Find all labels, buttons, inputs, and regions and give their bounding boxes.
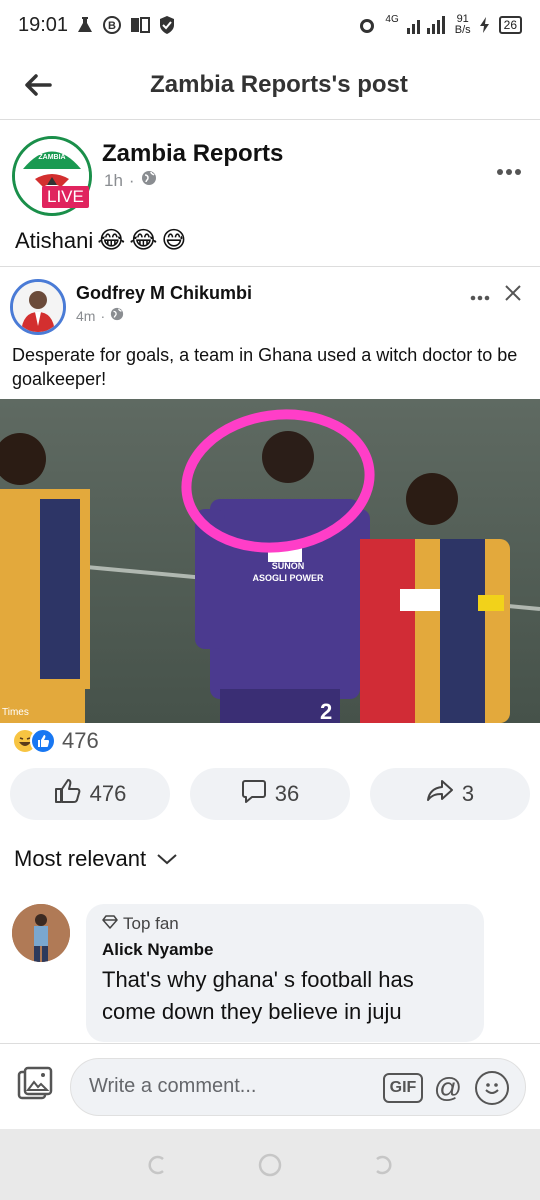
post-more-icon[interactable] (496, 152, 522, 183)
comment-sort-dropdown[interactable]: Most relevant (14, 846, 178, 872)
comment-bubble[interactable]: Top fan Alick Nyambe That's why ghana' s… (86, 904, 484, 1042)
top-fan-label: Top fan (123, 914, 179, 933)
reaction-count: 476 (62, 728, 99, 753)
shared-meta: 4m · (76, 307, 124, 324)
post-time: 1h (104, 170, 123, 190)
emoji-smiley-icon[interactable] (475, 1071, 509, 1105)
reactions-summary[interactable]: 476 (12, 728, 99, 754)
clock: 19:01 (18, 13, 69, 36)
shield-icon (158, 15, 176, 35)
like-button[interactable]: 476 (10, 768, 170, 820)
shared-more-icon[interactable] (470, 285, 490, 306)
status-left: 19:01 B (18, 14, 176, 37)
battery-level: 26 (498, 16, 522, 34)
meta-dot: · (100, 307, 106, 324)
alarm-icon (357, 15, 377, 35)
action-row: 476 36 3 (10, 768, 530, 820)
thumbs-up-icon (54, 778, 82, 810)
top-bar: Zambia Reports's post (0, 50, 540, 120)
comment-count: 36 (274, 781, 300, 806)
sort-label: Most relevant (14, 846, 147, 871)
photo-watermark: Times (2, 707, 29, 718)
bluetooth-b-icon: B (102, 15, 122, 35)
live-badge: LIVE (42, 186, 89, 208)
back-nav-icon[interactable] (370, 1152, 396, 1178)
recent-apps-icon[interactable] (144, 1152, 170, 1178)
post-text: Atishani 😂 😂 😅 (15, 226, 186, 255)
charging-icon (479, 17, 491, 33)
svg-text:B: B (108, 20, 116, 32)
comment-composer: Write a comment... GIF @ (0, 1043, 540, 1129)
shared-post-text: Desperate for goals, a team in Ghana use… (12, 345, 518, 389)
like-count: 476 (89, 781, 127, 806)
comment-bubble-icon (241, 778, 267, 810)
reaction-icons (12, 728, 56, 754)
post-body: Atishani (15, 227, 94, 253)
comment-input[interactable]: Write a comment... GIF @ (70, 1058, 526, 1116)
shared-author-name[interactable]: Godfrey M Chikumbi (76, 283, 252, 304)
shared-time: 4m (76, 307, 96, 324)
comment-button[interactable]: 36 (190, 768, 350, 820)
home-icon[interactable] (257, 1152, 283, 1178)
comment-placeholder: Write a comment... (89, 1075, 257, 1097)
globe-icon (141, 170, 157, 191)
post-meta: 1h · (104, 170, 157, 191)
comment-text: That's why ghana' s football has come do… (102, 967, 414, 1024)
shared-post[interactable]: Godfrey M Chikumbi 4m · Desperate for go… (0, 266, 540, 723)
laughing-tears-emoji: 😂 (129, 227, 158, 254)
system-nav-bar (0, 1129, 540, 1200)
status-bar: 19:01 B 4G 91 B/s 26 (0, 0, 540, 50)
top-fan-badge: Top fan (102, 914, 468, 934)
diamond-icon (102, 914, 118, 934)
network-speed: 91 B/s (455, 14, 471, 36)
share-count: 3 (461, 781, 475, 806)
gif-button[interactable]: GIF (383, 1073, 423, 1103)
status-right: 4G 91 B/s 26 (357, 14, 522, 36)
avatar-logo-text: ZAMBIA (38, 154, 65, 161)
mention-button[interactable]: @ (431, 1071, 465, 1105)
laughing-tears-emoji: 😂 (97, 227, 126, 254)
svg-text:SUNON: SUNON (272, 561, 305, 571)
share-button[interactable]: 3 (370, 768, 530, 820)
commenter-name[interactable]: Alick Nyambe (102, 940, 468, 960)
dual-screen-icon (130, 16, 151, 34)
sweat-smile-emoji: 😅 (161, 227, 187, 254)
jersey-number: 2 (320, 699, 332, 723)
speed-unit: B/s (454, 24, 471, 36)
globe-icon (110, 307, 124, 324)
flask-icon (76, 16, 94, 34)
page-title: Zambia Reports's post (150, 70, 408, 98)
commenter-avatar[interactable] (12, 904, 70, 962)
network-type: 4G (385, 13, 399, 25)
chevron-down-icon (156, 846, 178, 872)
meta-dot: · (128, 170, 135, 190)
signal-icon (406, 16, 447, 34)
share-arrow-icon (426, 779, 454, 809)
post-photo[interactable]: SUNON ASOGLI POWER 2 Times (0, 399, 540, 723)
like-reaction-icon (30, 728, 56, 754)
shared-author-avatar[interactable] (10, 279, 66, 335)
back-arrow-icon[interactable] (20, 68, 56, 102)
page-name[interactable]: Zambia Reports (102, 140, 283, 168)
photo-attach-icon[interactable] (16, 1066, 54, 1104)
close-icon[interactable] (504, 281, 522, 309)
svg-text:ASOGLI POWER: ASOGLI POWER (252, 573, 324, 583)
